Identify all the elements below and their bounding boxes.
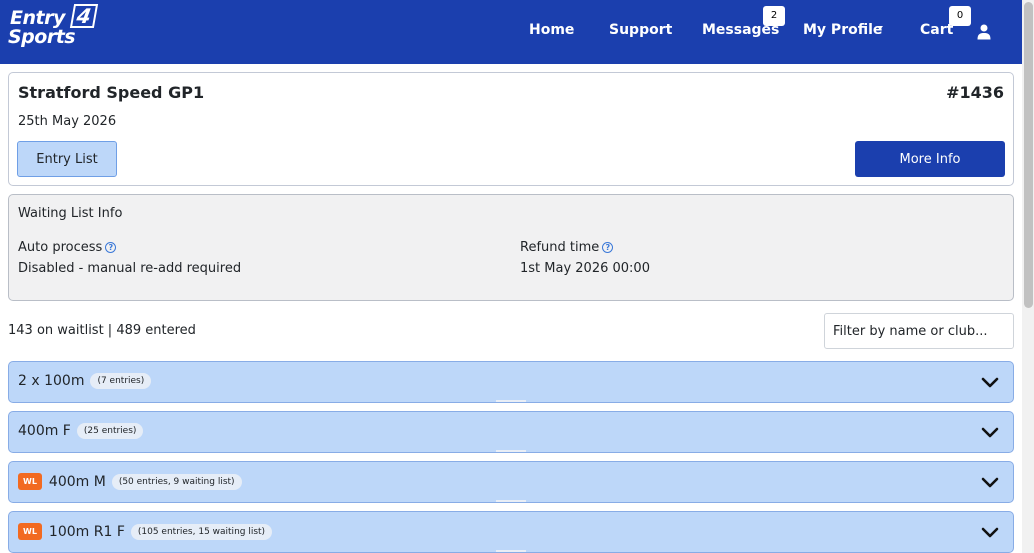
waiting-list-tag: WL: [18, 473, 42, 490]
filter-input[interactable]: [824, 313, 1014, 349]
entry-list-button[interactable]: Entry List: [17, 141, 117, 177]
waiting-list-tag: WL: [18, 523, 42, 540]
event-name: 100m R1 F: [48, 523, 125, 540]
event-accordion-row[interactable]: 400m F (25 entries): [8, 411, 1014, 453]
chevron-down-icon[interactable]: [981, 526, 999, 540]
user-icon[interactable]: [977, 24, 991, 40]
event-title: Stratford Speed GP1: [18, 83, 205, 102]
entries-count-badge: (50 entries, 9 waiting list): [111, 473, 242, 490]
event-number: #1436: [946, 83, 1004, 102]
auto-process-label-text: Auto process: [18, 240, 103, 255]
entries-count-badge: (105 entries, 15 waiting list): [130, 523, 273, 540]
logo-text-four: 4: [69, 4, 99, 28]
entry4sports-logo[interactable]: Entry 4 Sports: [8, 4, 112, 50]
chevron-down-icon[interactable]: [981, 376, 999, 390]
nav-my-profile[interactable]: My Profile: [803, 22, 882, 38]
divider: [496, 400, 526, 402]
nav-home[interactable]: Home: [529, 22, 574, 38]
event-accordion-row[interactable]: WL 400m M (50 entries, 9 waiting list): [8, 461, 1014, 503]
event-name: 400m M: [48, 473, 106, 490]
cart-count-badge: 0: [949, 6, 971, 26]
logo-text-sports: Sports: [8, 26, 76, 48]
refund-time-value: 1st May 2026 00:00: [520, 261, 650, 276]
chevron-down-icon[interactable]: [877, 26, 883, 30]
divider: [496, 500, 526, 502]
nav-cart[interactable]: Cart: [920, 22, 953, 38]
entries-count-badge: (25 entries): [76, 423, 144, 439]
event-date: 25th May 2026: [18, 114, 117, 129]
waiting-list-title: Waiting List Info: [18, 206, 123, 221]
event-accordion-row[interactable]: 2 x 100m (7 entries): [8, 361, 1014, 403]
question-circle-icon[interactable]: ?: [602, 242, 614, 253]
refund-time-label: Refund time?: [520, 240, 614, 255]
auto-process-value: Disabled - manual re-add required: [18, 261, 242, 276]
waiting-list-info-card: Waiting List Info Auto process? Disabled…: [8, 194, 1014, 301]
chevron-down-icon[interactable]: [981, 426, 999, 440]
divider: [496, 450, 526, 452]
event-name: 400m F: [18, 423, 71, 439]
scrollbar-thumb[interactable]: [1024, 2, 1033, 308]
nav-support[interactable]: Support: [609, 22, 672, 38]
waitlist-summary: 143 on waitlist | 489 entered: [8, 323, 196, 338]
event-accordion-row[interactable]: WL 100m R1 F (105 entries, 15 waiting li…: [8, 511, 1014, 553]
refund-time-label-text: Refund time: [520, 240, 600, 255]
entries-count-badge: (7 entries): [90, 373, 152, 389]
question-circle-icon[interactable]: ?: [105, 242, 117, 253]
event-card: Stratford Speed GP1 #1436 25th May 2026 …: [8, 72, 1014, 186]
more-info-button[interactable]: More Info: [855, 141, 1005, 177]
divider: [496, 550, 526, 552]
auto-process-label: Auto process?: [18, 240, 117, 255]
top-navbar: Entry 4 Sports Home Support Messages 2 M…: [0, 0, 1022, 64]
chevron-down-icon[interactable]: [981, 476, 999, 490]
messages-count-badge: 2: [763, 6, 785, 26]
event-name: 2 x 100m: [18, 373, 85, 389]
